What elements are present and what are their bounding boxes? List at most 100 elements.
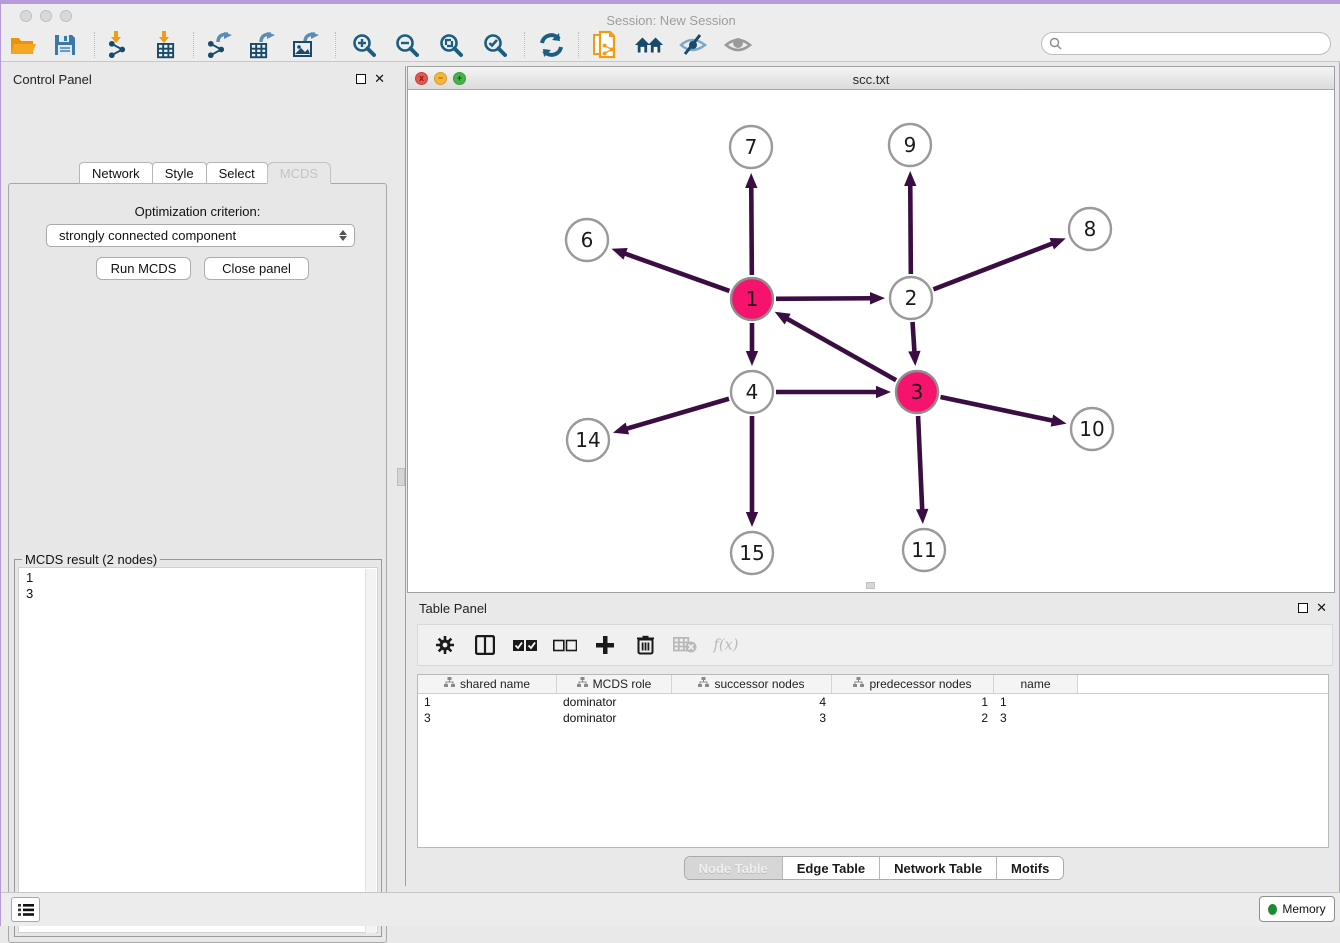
export-image-icon[interactable] (291, 31, 321, 59)
table-cell[interactable]: 3 (672, 710, 832, 726)
node-label: 10 (1079, 417, 1104, 441)
column-label: predecessor nodes (869, 677, 971, 691)
open-file-icon[interactable] (8, 31, 38, 59)
graph-node-4[interactable]: 4 (731, 371, 773, 413)
column-header-successor-nodes[interactable]: successor nodes (672, 675, 832, 693)
graph-node-7[interactable]: 7 (730, 126, 772, 168)
tab-network[interactable]: Network (79, 162, 153, 184)
optimization-criterion-select[interactable]: strongly connected component (46, 224, 355, 247)
float-panel-icon[interactable] (356, 74, 366, 84)
table-panel-title: Table Panel (407, 601, 487, 616)
table-cell[interactable]: dominator (557, 710, 672, 726)
graph-node-11[interactable]: 11 (903, 529, 945, 571)
node-label: 9 (904, 133, 917, 157)
edge-arrow-icon (904, 171, 916, 186)
edge-1-7[interactable] (751, 186, 752, 275)
graph-node-8[interactable]: 8 (1069, 208, 1111, 250)
tab-edge-table[interactable]: Edge Table (783, 857, 880, 879)
import-table-icon[interactable] (151, 31, 181, 59)
tab-style[interactable]: Style (152, 162, 207, 184)
tab-mcds[interactable]: MCDS (267, 162, 331, 184)
close-panel-icon[interactable]: ✕ (374, 74, 385, 84)
function-builder-icon: f(x) (712, 632, 738, 658)
tab-motifs[interactable]: Motifs (997, 857, 1063, 879)
column-header-shared-name[interactable]: shared name (418, 675, 557, 693)
table-cell[interactable]: 2 (832, 710, 994, 726)
graph-node-1[interactable]: 1 (731, 278, 773, 320)
export-table-icon[interactable] (247, 31, 277, 59)
graph-node-15[interactable]: 15 (731, 532, 773, 574)
edge-4-14[interactable] (625, 399, 729, 429)
select-all-icon[interactable] (512, 632, 538, 658)
node-table[interactable]: shared nameMCDS rolesuccessor nodes prede… (417, 674, 1329, 848)
toolbar-separator (94, 32, 95, 58)
table-cell[interactable]: 3 (994, 710, 1078, 726)
table-cell[interactable]: 3 (418, 710, 557, 726)
close-panel-button[interactable]: Close panel (204, 257, 309, 280)
table-row[interactable]: 3dominator323 (418, 710, 1328, 726)
column-header-predecessor-nodes[interactable]: predecessor nodes (832, 675, 994, 693)
zoom-in-icon[interactable] (349, 31, 379, 59)
network-scroll-thumb[interactable] (866, 582, 875, 589)
refresh-icon[interactable] (536, 31, 566, 59)
table-float-panel-icon[interactable] (1298, 603, 1308, 613)
tab-select[interactable]: Select (206, 162, 268, 184)
search-box[interactable] (1041, 32, 1331, 55)
import-network-icon[interactable] (103, 31, 133, 59)
run-mcds-button[interactable]: Run MCDS (96, 257, 191, 280)
settings-gear-icon[interactable] (432, 632, 458, 658)
mcds-result-scrollbar[interactable] (365, 569, 376, 933)
search-input[interactable] (1067, 37, 1330, 51)
edge-2-9[interactable] (910, 184, 911, 274)
mcds-result-text[interactable]: 13 (18, 567, 378, 933)
export-network-icon[interactable] (204, 31, 234, 59)
edge-3-10[interactable] (940, 397, 1053, 421)
neighbors-icon[interactable] (634, 31, 664, 59)
edge-arrow-icon (1051, 414, 1067, 426)
table-cell[interactable]: 4 (672, 694, 832, 710)
network-window-titlebar[interactable]: x − + scc.txt (408, 67, 1334, 90)
panel-divider-grip[interactable] (397, 468, 405, 486)
table-cell[interactable]: 1 (418, 694, 557, 710)
graph-node-3[interactable]: 3 (896, 371, 938, 413)
edge-3-11[interactable] (918, 416, 922, 511)
delete-icon[interactable] (632, 632, 658, 658)
network-window: x − + scc.txt 7 9 6 8 1 2 4 3 14 10 15 11 (407, 66, 1335, 593)
clone-network-icon[interactable] (591, 31, 621, 59)
zoom-fit-icon[interactable] (436, 31, 466, 59)
edge-arrow-icon (746, 512, 758, 527)
zoom-out-icon[interactable] (392, 31, 422, 59)
control-panel: Control Panel ✕ NetworkStyleSelectMCDS O… (1, 66, 395, 886)
graph-node-10[interactable]: 10 (1071, 408, 1113, 450)
tab-node-table[interactable]: Node Table (685, 857, 783, 879)
graph-node-2[interactable]: 2 (890, 277, 932, 319)
table-cell[interactable]: dominator (557, 694, 672, 710)
table-close-panel-icon[interactable]: ✕ (1316, 603, 1327, 613)
zoom-selected-icon[interactable] (480, 31, 510, 59)
table-cell[interactable]: 1 (994, 694, 1078, 710)
show-all-icon[interactable] (723, 31, 753, 59)
save-session-icon[interactable] (50, 31, 80, 59)
graph-node-9[interactable]: 9 (889, 124, 931, 166)
edge-2-8[interactable] (933, 243, 1053, 289)
network-graph-canvas[interactable]: 7 9 6 8 1 2 4 3 14 10 15 11 (408, 90, 1334, 592)
add-icon[interactable] (592, 632, 618, 658)
edge-2-3[interactable] (913, 322, 915, 353)
optimization-criterion-label: Optimization criterion: (9, 204, 386, 219)
column-header-MCDS-role[interactable]: MCDS role (557, 675, 672, 693)
table-row[interactable]: 1dominator411 (418, 694, 1328, 710)
edge-1-6[interactable] (624, 253, 730, 291)
memory-button[interactable]: Memory (1259, 896, 1335, 922)
split-columns-icon[interactable] (472, 632, 498, 658)
control-panel-header: Control Panel ✕ (1, 66, 395, 92)
edge-3-1[interactable] (786, 318, 896, 380)
edge-1-2[interactable] (776, 298, 872, 299)
graph-node-14[interactable]: 14 (567, 419, 609, 461)
graph-node-6[interactable]: 6 (566, 219, 608, 261)
table-cell[interactable]: 1 (832, 694, 994, 710)
task-history-button[interactable] (11, 897, 40, 922)
hide-selected-icon[interactable] (678, 31, 708, 59)
column-header-name[interactable]: name (994, 675, 1078, 693)
tab-network-table[interactable]: Network Table (880, 857, 997, 879)
deselect-all-icon[interactable] (552, 632, 578, 658)
